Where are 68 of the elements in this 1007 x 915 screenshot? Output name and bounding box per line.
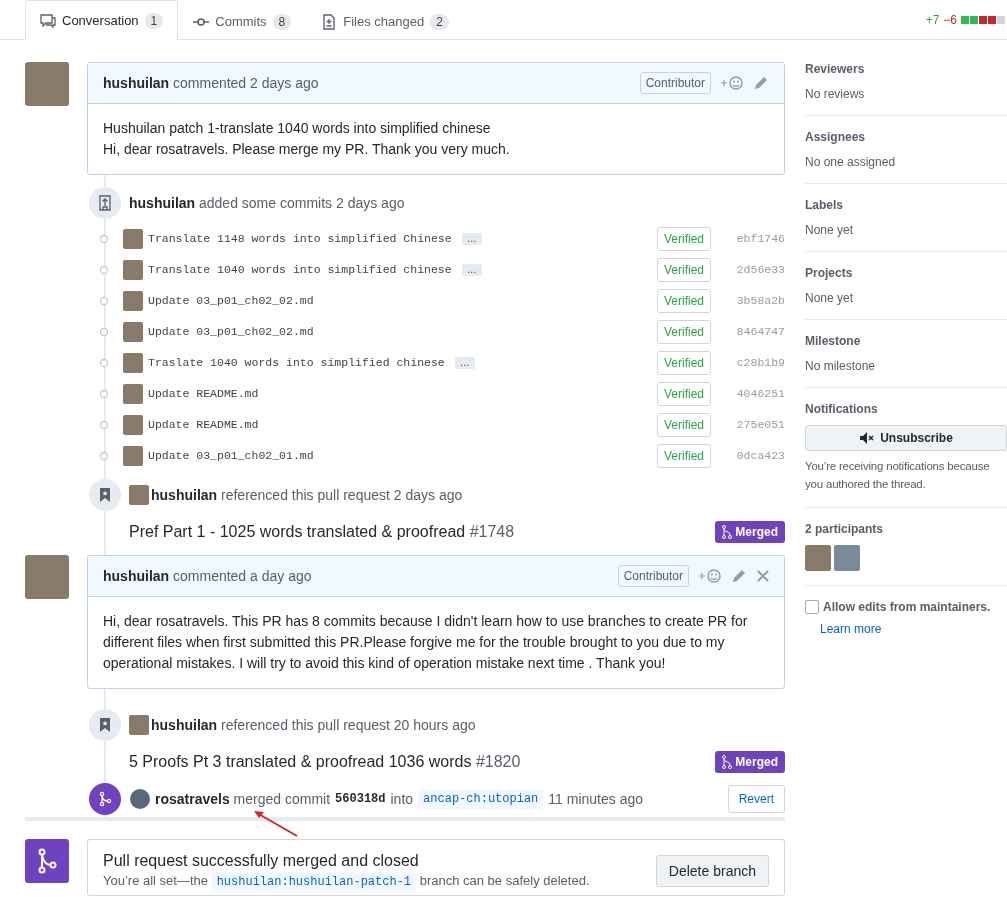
event-text: into — [390, 791, 414, 807]
unsubscribe-button[interactable]: Unsubscribe — [805, 425, 1007, 451]
event-text: rosatravels merged commit — [155, 791, 331, 807]
section-value: None yet — [805, 291, 854, 305]
event-text: hushuilan commented 2 days ago — [103, 75, 320, 91]
revert-button[interactable]: Revert — [727, 785, 785, 813]
event-text: hushuilan added some commits 2 days ago — [129, 195, 405, 211]
section-value: No reviews — [805, 87, 865, 101]
commit-sha[interactable]: 560318d — [335, 792, 386, 806]
section-value: None yet — [805, 223, 854, 237]
delete-branch-button[interactable]: Delete branch — [655, 854, 769, 887]
merged-state-label: Merged — [715, 751, 785, 773]
merge-status-title: Pull request successfully merged and closed — [103, 852, 420, 870]
verified-label[interactable]: Verified — [656, 319, 711, 344]
commit-message[interactable]: Translate 1040 words into simplified chinese — [148, 263, 452, 276]
event-text: hushuilan referenced this pull request 20 hours ago — [151, 717, 476, 733]
contributor-label: Contributor — [639, 72, 711, 94]
deletions-count: −6 — [943, 13, 957, 27]
event-text: hushuilan commented a day ago — [103, 568, 313, 584]
contributor-label: Contributor — [617, 565, 689, 587]
checkbox-label[interactable]: Allow edits from maintainers. — [823, 600, 991, 614]
verified-label[interactable]: Verified — [656, 412, 711, 437]
status-text: You’re all set—the — [103, 873, 210, 888]
section-title[interactable]: Reviewers — [805, 62, 1007, 76]
event-time: 11 minutes ago — [548, 791, 643, 807]
section-title: 2 participants — [805, 522, 885, 536]
section-title[interactable]: Milestone — [805, 334, 1007, 348]
tab[interactable]: Files changed 2 — [306, 2, 464, 40]
branch-name[interactable]: ancap-ch:utopian — [418, 789, 544, 809]
verified-label[interactable]: Verified — [656, 226, 711, 251]
commit-message[interactable]: Update 03_p01_ch02_02.md — [148, 325, 314, 338]
expand-button[interactable]: … — [461, 232, 482, 245]
expand-button[interactable]: … — [461, 263, 482, 276]
merged-state-label: Merged — [715, 521, 785, 543]
commit-message[interactable]: Update 03_p01_ch02_01.md — [148, 449, 314, 462]
comment-text: Hushuilan patch 1-translate 1040 words into simplified chinese — [103, 119, 492, 138]
comment-text: Hi, dear rosatravels. Please merge my PR. Thank you very much. — [103, 140, 511, 159]
verified-label[interactable]: Verified — [656, 288, 711, 313]
commit-message[interactable]: Translate 1148 words into simplified Chinese — [148, 232, 452, 245]
section-title[interactable]: Projects — [805, 266, 1007, 280]
commit-message[interactable]: Update README.md — [148, 418, 259, 431]
section-value: No one assigned — [805, 155, 896, 169]
count-badge: 1 — [144, 12, 164, 29]
comment-text: Hi, dear rosatravels. This PR has 8 commits because I didn't learn how to use branches to create PR for different files when first submitted this PR.Please forgive me for the trouble brought to you due to my operational mistakes. I will try to avoid this kind of operation mistake next time . Thank you! — [103, 612, 749, 673]
verified-label[interactable]: Verified — [656, 350, 711, 375]
learn-more-link[interactable]: Learn more — [820, 622, 882, 636]
notification-note: You’re receiving notifications because you authored the thread. — [805, 459, 991, 492]
commit-message[interactable]: Update README.md — [148, 387, 259, 400]
commit-message[interactable]: Update 03_p01_ch02_02.md — [148, 294, 314, 307]
tab[interactable]: Commits 8 — [178, 2, 307, 40]
event-text: hushuilan referenced this pull request 2 days ago — [151, 487, 463, 503]
pull-request-link[interactable]: 5 Proofs Pt 3 translated & proofread 1036 words #1820 — [129, 753, 521, 771]
section-title[interactable]: Labels — [805, 198, 1007, 212]
branch-name[interactable]: hushuilan:hushuilan-patch-1 — [211, 872, 417, 892]
count-badge: 8 — [272, 13, 292, 30]
count-badge: 2 — [430, 13, 449, 30]
tab[interactable]: Conversation 1 — [25, 0, 179, 40]
additions-count: +7 — [925, 13, 940, 27]
commit-message[interactable]: Traslate 1040 words into simplified chinese — [148, 356, 445, 369]
status-text: branch can be safely deleted. — [418, 873, 590, 888]
verified-label[interactable]: Verified — [656, 257, 711, 282]
expand-button[interactable]: … — [454, 356, 475, 369]
section-value: No milestone — [805, 359, 876, 373]
pull-request-link[interactable]: Pref Part 1 - 1025 words translated & proofread #1748 — [129, 523, 515, 541]
section-title[interactable]: Assignees — [805, 130, 1007, 144]
section-title: Notifications — [805, 402, 879, 416]
verified-label[interactable]: Verified — [656, 381, 711, 406]
verified-label[interactable]: Verified — [656, 443, 711, 468]
